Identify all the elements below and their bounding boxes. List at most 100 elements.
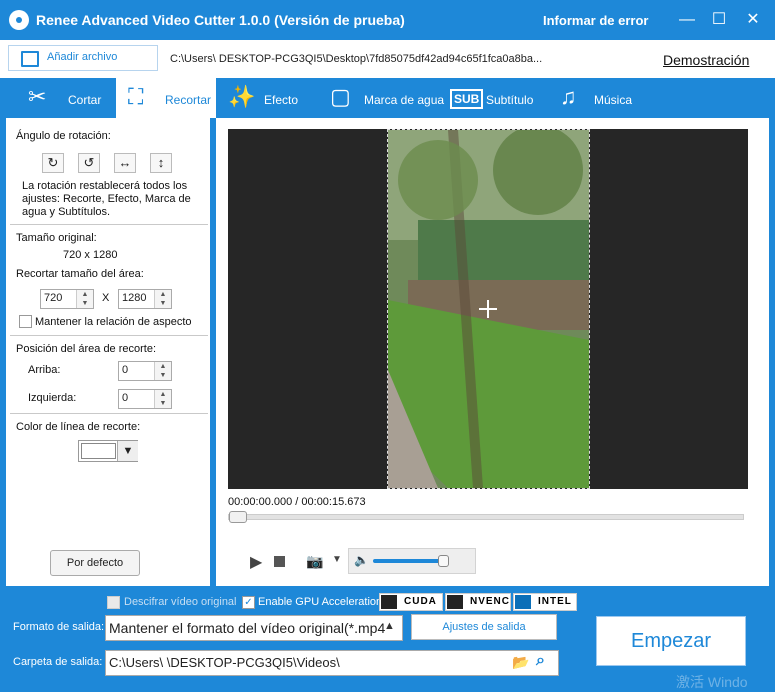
search-icon[interactable]: ⌕ (536, 652, 545, 670)
rotate-cw-icon[interactable]: ↻ (42, 153, 64, 173)
gpu-checkbox[interactable]: ✓ (242, 596, 255, 609)
close-icon[interactable]: ✕ (741, 8, 765, 32)
intel-text: INTEL (538, 596, 572, 607)
crop-icon: ⛶ (128, 84, 144, 109)
keep-ratio-checkbox[interactable] (19, 315, 32, 328)
spinner-arrows-icon[interactable]: ▲ ▼ (154, 362, 171, 380)
keep-ratio-label: Mantener la relación de aspecto (35, 316, 192, 328)
scissors-icon: ✂ (28, 84, 47, 109)
flip-horizontal-icon[interactable]: ↔ (114, 153, 136, 173)
volume-slider[interactable] (373, 559, 445, 563)
crop-top-value: 0 (122, 364, 129, 376)
gpu-label: Enable GPU Acceleration (258, 596, 383, 608)
crop-height-field[interactable]: 1280 ▲ ▼ (118, 289, 172, 309)
crop-settings-panel: Ángulo de rotación: ↻ ↺ ↔ ↕ La rotación … (6, 118, 210, 586)
crop-width-field[interactable]: 720 ▲ ▼ (40, 289, 94, 309)
title-bar: Renee Advanced Video Cutter 1.0.0 (Versi… (0, 0, 775, 40)
chevron-up-icon[interactable]: ▲ (384, 620, 395, 632)
format-value: Mantener el formato del vídeo original(*… (109, 620, 386, 636)
camera-icon[interactable]: 📷 (306, 553, 323, 570)
crop-top-field[interactable]: 0 ▲ ▼ (118, 361, 172, 381)
spinner-arrows-icon[interactable]: ▲ ▼ (154, 290, 171, 308)
nvenc-badge: NVENC (445, 593, 511, 611)
video-preview[interactable] (228, 129, 748, 489)
chevron-down-icon[interactable]: ▼ (117, 441, 138, 461)
tab-label: Cortar (68, 93, 102, 107)
demo-link[interactable]: Demostración (663, 52, 749, 68)
output-folder-value: C:\Users\ \DESKTOP-PCG3QI5\Videos\ (109, 655, 340, 670)
line-color-picker[interactable]: ▼ (78, 440, 138, 462)
folder-icon[interactable]: 📂 (512, 654, 529, 671)
stop-icon[interactable] (274, 556, 285, 567)
spinner-arrows-icon[interactable]: ▲ ▼ (154, 390, 171, 408)
play-icon[interactable]: ▶ (250, 552, 262, 572)
color-swatch (81, 443, 116, 459)
seek-bar[interactable] (228, 511, 744, 523)
format-label: Formato de salida: (13, 621, 105, 633)
tab-effect[interactable]: ✨ Efecto (226, 78, 316, 118)
divider (10, 335, 208, 336)
tab-label: Subtítulo (486, 93, 534, 107)
preview-panel: 00:00:00.000 / 00:00:15.673 ▶ 📷 ▼ 🔈 (216, 118, 769, 586)
watermark-icon: ▢ (330, 84, 351, 109)
cuda-text: CUDA (404, 596, 437, 607)
magic-wand-icon: ✨ (228, 84, 256, 109)
seek-handle[interactable] (229, 511, 247, 523)
tab-label: Marca de agua (364, 93, 445, 107)
crop-width-value: 720 (44, 292, 63, 304)
report-error-link[interactable]: Informar de error (543, 13, 648, 28)
tab-cut[interactable]: ✂ Cortar (0, 78, 112, 118)
file-path: C:\Users\ DESKTOP-PCG3QI5\Desktop\7fd850… (170, 53, 543, 65)
crop-size-label: Recortar tamaño del área: (16, 268, 144, 280)
decrypt-checkbox[interactable] (107, 596, 120, 609)
nvenc-text: NVENC (470, 596, 511, 607)
rotate-ccw-icon[interactable]: ↺ (78, 153, 100, 173)
crop-left-field[interactable]: 0 ▲ ▼ (118, 389, 172, 409)
output-settings-button[interactable]: Ajustes de salida (411, 614, 557, 640)
divider (10, 224, 208, 225)
divider (10, 413, 208, 414)
file-bar: Añadir archivo C:\Users\ DESKTOP-PCG3QI5… (0, 40, 775, 78)
decrypt-label: Descifrar vídeo original (124, 596, 237, 608)
maximize-icon[interactable]: ☐ (707, 8, 731, 32)
default-button[interactable]: Por defecto (50, 550, 140, 576)
size-separator: X (102, 292, 110, 304)
app-title: Renee Advanced Video Cutter 1.0.0 (Versi… (36, 12, 405, 28)
original-size-value: 720 x 1280 (63, 249, 118, 261)
tab-crop[interactable]: ⛶ Recortar (116, 78, 216, 118)
intel-badge: INTEL (513, 593, 577, 611)
add-file-button[interactable]: Añadir archivo (8, 45, 158, 71)
tab-label: Recortar (165, 93, 212, 107)
add-file-label: Añadir archivo (47, 51, 118, 63)
tab-label: Efecto (264, 93, 299, 107)
speaker-icon[interactable]: 🔈 (354, 553, 369, 567)
tab-label: Música (594, 93, 633, 107)
output-folder-field[interactable]: C:\Users\ \DESKTOP-PCG3QI5\Videos\ 📂 ⌕ (105, 650, 559, 676)
crop-height-value: 1280 (122, 292, 147, 304)
line-color-label: Color de línea de recorte: (16, 421, 141, 433)
format-select[interactable]: Mantener el formato del vídeo original(*… (105, 615, 403, 641)
music-note-icon: ♫ (560, 84, 577, 109)
add-file-icon (21, 51, 39, 67)
tab-watermark[interactable]: ▢ Marca de agua (328, 78, 444, 118)
rotation-note: La rotación restablecerá todos los ajust… (22, 180, 191, 218)
volume-control[interactable]: 🔈 (348, 548, 476, 574)
subtitle-icon: SUB (450, 89, 484, 109)
flip-vertical-icon[interactable]: ↕ (150, 153, 172, 173)
tab-subtitle[interactable]: SUB Subtítulo (448, 78, 538, 118)
timecode: 00:00:00.000 / 00:00:15.673 (228, 496, 366, 508)
start-button[interactable]: Empezar (596, 616, 746, 666)
crop-left-value: 0 (122, 392, 129, 404)
spinner-arrows-icon[interactable]: ▲ ▼ (76, 290, 93, 308)
tab-music[interactable]: ♫ Música (558, 78, 648, 118)
intel-icon (515, 595, 531, 609)
original-size-label: Tamaño original: (16, 232, 97, 244)
crosshair-icon[interactable] (487, 300, 489, 318)
chevron-down-icon[interactable]: ▼ (332, 554, 342, 565)
tab-bar: ✂ Cortar ⛶ Recortar ✨ Efecto ▢ Marca de … (0, 78, 775, 118)
crop-area[interactable] (387, 129, 590, 489)
volume-handle[interactable] (438, 555, 450, 567)
minimize-icon[interactable]: — (675, 8, 699, 32)
position-label: Posición del área de recorte: (16, 343, 157, 355)
nvidia-icon (381, 595, 397, 609)
